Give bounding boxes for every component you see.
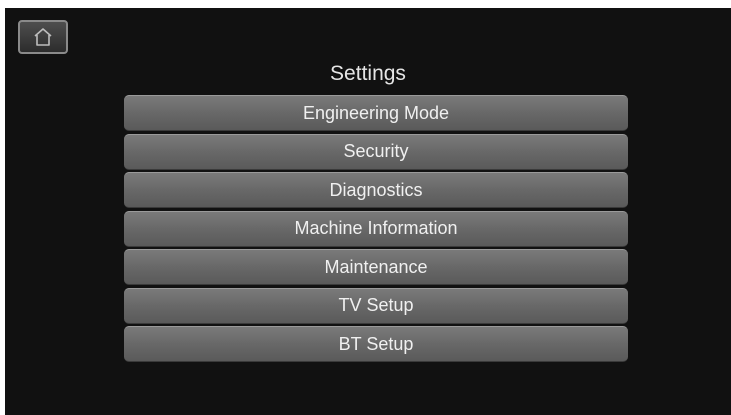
settings-screen: Settings Engineering Mode Security Diagn…: [5, 8, 731, 415]
menu-item-diagnostics[interactable]: Diagnostics: [124, 172, 628, 208]
menu-item-security[interactable]: Security: [124, 133, 628, 170]
page-title: Settings: [330, 62, 406, 85]
home-button[interactable]: [18, 20, 68, 54]
menu-item-maintenance[interactable]: Maintenance: [124, 249, 628, 285]
menu-item-bt-setup[interactable]: BT Setup: [124, 326, 628, 362]
home-icon: [31, 27, 55, 47]
settings-menu: Engineering Mode Security Diagnostics Ma…: [124, 95, 628, 365]
menu-item-engineering-mode[interactable]: Engineering Mode: [124, 95, 628, 131]
menu-item-tv-setup[interactable]: TV Setup: [124, 287, 628, 324]
menu-item-machine-information[interactable]: Machine Information: [124, 210, 628, 247]
